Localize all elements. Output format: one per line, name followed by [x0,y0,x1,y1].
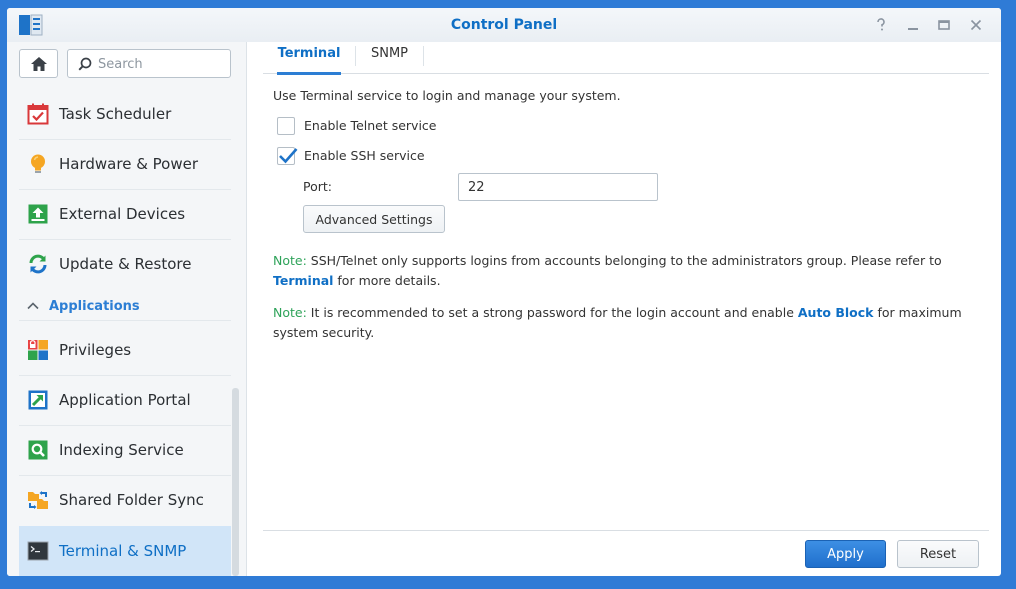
upload-drive-icon [28,204,48,224]
note-text: It is recommended to set a strong passwo… [306,305,798,320]
reset-button[interactable]: Reset [897,540,979,568]
search-box[interactable] [67,49,231,78]
privileges-grid-icon [28,340,48,360]
telnet-label: Enable Telnet service [304,118,437,133]
sidebar-item-label: Application Portal [59,391,191,409]
note-label: Note: [273,253,307,268]
close-icon[interactable] [968,17,984,33]
footer-divider [263,530,989,531]
sidebar-item-update-restore[interactable]: Update & Restore [19,240,231,288]
help-icon[interactable] [873,17,889,33]
control-panel-window: Control Panel Search Task Scheduler Hard… [7,8,1001,576]
sidebar-item-terminal-snmp[interactable]: Terminal & SNMP [19,526,231,576]
window-title: Control Panel [450,17,558,33]
sidebar-item-label: Indexing Service [59,441,184,459]
ssh-checkbox[interactable] [277,147,298,165]
sidebar-item-label: Task Scheduler [59,105,172,123]
telnet-checkbox[interactable] [277,117,295,135]
sidebar-item-label: External Devices [59,205,186,223]
applications-group-header[interactable]: Applications [19,292,231,320]
ssh-label: Enable SSH service [304,148,425,163]
note-text: for maximum [873,305,962,320]
search-icon [78,57,92,71]
port-label: Port: [303,179,332,194]
home-icon [30,56,47,71]
sidebar-item-application-portal[interactable]: Application Portal [19,376,231,424]
sidebar-item-privileges[interactable]: Privileges [19,326,231,374]
terminal-icon [27,541,49,561]
maximize-icon[interactable] [936,17,952,33]
arrow-portal-icon [28,390,48,410]
home-button[interactable] [19,49,58,78]
note-text: system security. [273,325,375,340]
minimize-icon[interactable] [905,17,921,33]
terminal-link[interactable]: Terminal [273,273,333,288]
sidebar-item-label: Terminal & SNMP [59,542,187,560]
sidebar-item-label: Hardware & Power [59,155,199,173]
tab-snmp[interactable]: SNMP [356,42,423,74]
sidebar-item-shared-folder-sync[interactable]: Shared Folder Sync [19,476,231,524]
auto-block-link[interactable]: Auto Block [798,305,874,320]
intro-text: Use Terminal service to login and manage… [273,88,621,103]
divider [19,320,231,321]
tab-terminal[interactable]: Terminal [263,42,355,75]
sidebar-scrollbar[interactable] [232,388,239,576]
refresh-icon [29,254,47,274]
sidebar-item-task-scheduler[interactable]: Task Scheduler [19,90,231,138]
sidebar-item-label: Update & Restore [59,255,192,273]
lightbulb-icon [31,154,45,173]
checkmark-icon [279,148,298,164]
port-input[interactable] [458,173,658,201]
tab-divider [423,46,424,66]
folder-sync-icon [28,491,48,509]
sidebar-item-label: Shared Folder Sync [59,491,204,509]
note-text: for more details. [333,273,441,288]
title-bar: Control Panel [7,8,1001,42]
chevron-up-icon [27,302,39,310]
sidebar-item-indexing-service[interactable]: Indexing Service [19,426,231,474]
sidebar-item-label: Privileges [59,341,132,359]
sidebar-item-hardware-power[interactable]: Hardware & Power [19,140,231,188]
magnifier-icon [28,440,48,460]
search-input[interactable] [98,54,226,74]
note-text: SSH/Telnet only supports logins from acc… [306,253,942,268]
advanced-settings-button[interactable]: Advanced Settings [303,205,445,233]
note-label: Note: [273,305,307,320]
apply-button[interactable]: Apply [805,540,886,568]
calendar-check-icon [27,103,49,125]
sidebar: Task Scheduler Hardware & Power External… [7,42,247,576]
group-label: Applications [49,298,140,314]
sidebar-item-external-devices[interactable]: External Devices [19,190,231,238]
tab-bar: Terminal SNMP [263,42,989,75]
